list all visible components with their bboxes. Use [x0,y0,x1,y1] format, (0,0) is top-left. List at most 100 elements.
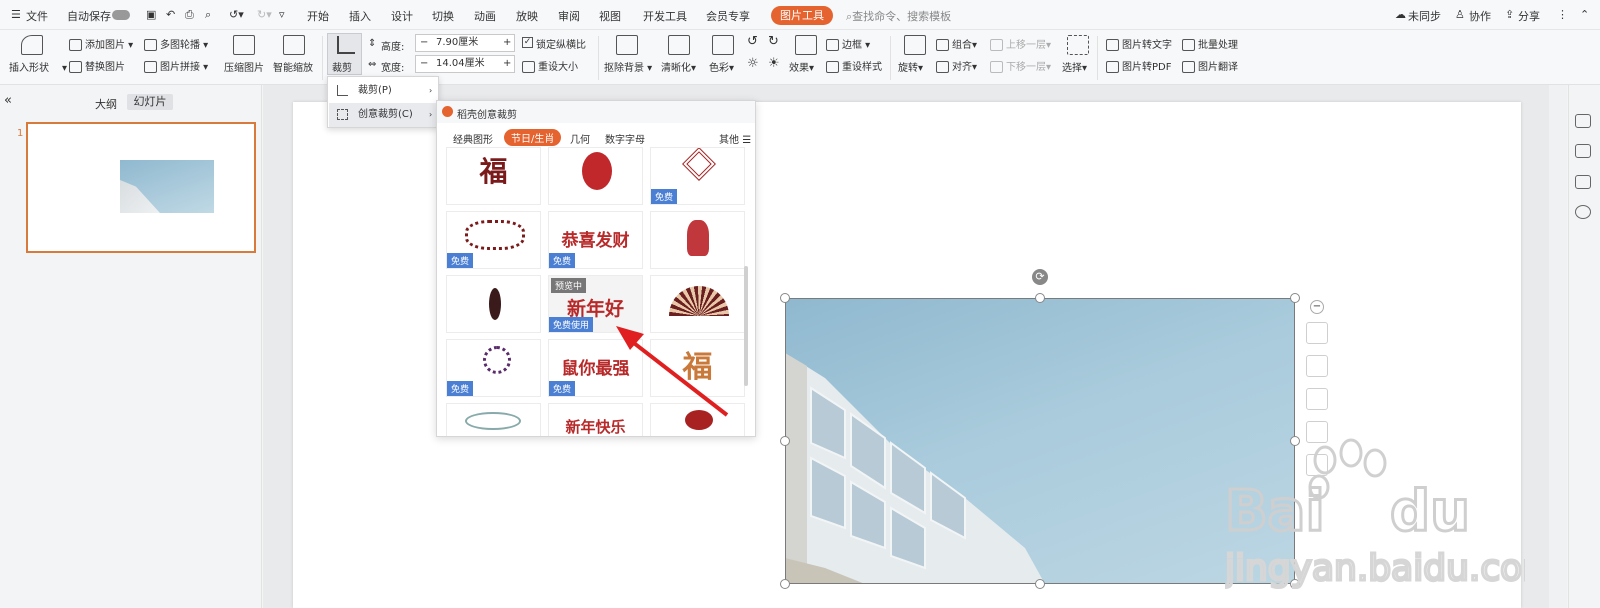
shape-cell-rat[interactable] [650,211,745,269]
resize-handle-bottom-left[interactable] [780,579,790,589]
shape-cell-lantern[interactable] [548,147,643,205]
tab-member[interactable]: 会员专享 [706,8,750,24]
batch-process-button[interactable]: 批量处理 [1182,36,1238,51]
pic-to-text-button[interactable]: 图片转文字 [1106,36,1172,51]
smart-idea-icon[interactable] [1306,388,1328,410]
width-decrement[interactable]: − [420,56,428,72]
command-search[interactable]: ⌕查找命令、搜索模板 [846,8,951,24]
properties-icon[interactable] [1575,114,1591,128]
tab-home[interactable]: 开始 [307,8,329,24]
tab-classic-shapes[interactable]: 经典图形 [453,131,493,146]
menu-item-crop[interactable]: 裁剪(P) › [329,79,439,103]
save-icon[interactable]: ▣ [146,8,156,21]
tab-review[interactable]: 审阅 [558,8,580,24]
bring-forward-button[interactable]: 上移一层▾ [990,36,1051,51]
tab-view[interactable]: 视图 [599,8,621,24]
tab-outline[interactable]: 大纲 [95,96,117,112]
hamburger-menu-icon[interactable]: ☰ [11,8,21,21]
remove-background-button[interactable]: 抠除背景 ▾ [604,59,652,74]
height-input[interactable]: − 7.90厘米 + [415,34,515,52]
resize-handle-left[interactable] [780,436,790,446]
width-input[interactable]: − 14.04厘米 + [415,55,515,73]
collapse-panel-icon[interactable]: « [4,93,12,108]
sync-status[interactable]: 未同步 [1408,8,1441,24]
zoom-picture-icon[interactable] [1306,322,1328,344]
menu-item-creative-crop[interactable]: 创意裁剪(C) › [329,103,439,127]
brightness-down-icon[interactable]: ☀ [768,56,780,71]
tab-transition[interactable]: 切换 [432,8,454,24]
replace-picture-button[interactable]: 替换图片 [69,58,125,73]
rotate-left-icon[interactable]: ↺ [747,34,758,49]
cloud-sync-icon[interactable]: ☁ [1395,8,1406,21]
more-options-icon[interactable]: ⋮ [1557,8,1568,21]
height-decrement[interactable]: − [420,35,428,51]
tab-slideshow[interactable]: 放映 [516,8,538,24]
autosave-toggle[interactable] [112,10,130,20]
rotate-button[interactable]: 旋转▾ [898,59,923,74]
collab-icon[interactable]: ♙ [1455,8,1465,21]
print-preview-icon[interactable]: ⌕ [205,8,211,22]
height-increment[interactable]: + [503,35,511,51]
collab-button[interactable]: 协作 [1469,8,1491,24]
crop-button[interactable]: 裁剪 [327,33,362,75]
compress-picture-button[interactable]: 压缩图片 [224,59,264,74]
smart-zoom-button[interactable]: 智能缩放 [273,59,313,74]
tab-animation[interactable]: 动画 [474,8,496,24]
rotate-handle-icon[interactable]: ⟳ [1032,269,1048,285]
multi-carousel-button[interactable]: 多图轮播 ▾ [144,36,208,51]
undo-history-icon[interactable]: ↶ [166,8,175,21]
effects-button[interactable]: 效果▾ [789,59,814,74]
crop-float-icon[interactable] [1306,355,1328,377]
undo-icon[interactable]: ↺▾ [229,8,244,21]
lock-ratio-checkbox[interactable]: ✓ 锁定纵横比 [522,36,586,51]
vertical-scrollbar[interactable] [1549,85,1567,608]
sharpen-button[interactable]: 清晰化▾ [661,59,696,74]
reset-size-button[interactable]: 重设大小 [522,58,578,73]
border-button[interactable]: 边框 ▾ [826,36,870,51]
tab-festival-zodiac[interactable]: 节日/生肖 [504,129,562,146]
pin-icon[interactable] [1575,144,1591,158]
redo-icon[interactable]: ↻▾ [257,8,272,21]
combine-button[interactable]: 组合▾ [936,36,977,51]
tab-slides[interactable]: 幻灯片 [127,94,173,110]
add-picture-button[interactable]: 添加图片 ▾ [69,36,133,51]
tab-geometry[interactable]: 几何 [570,131,590,146]
picture-splice-button[interactable]: 图片拼接 ▾ [144,58,208,73]
collapse-float-toolbar-icon[interactable]: − [1310,300,1324,314]
collapse-ribbon-icon[interactable]: ⌃ [1580,8,1589,21]
pic-translate-button[interactable]: 图片翻译 [1182,58,1238,73]
align-button[interactable]: 对齐▾ [936,58,977,73]
tab-digits-letters[interactable]: 数字字母 [605,131,645,146]
tab-developer[interactable]: 开发工具 [643,8,687,24]
print-icon[interactable]: ⎙ [185,8,194,22]
shape-cell-cloud[interactable] [446,403,541,436]
share-button[interactable]: 分享 [1518,8,1540,24]
shape-cell-window-knot[interactable]: 免费 [650,147,745,205]
share-icon[interactable]: ⇪ [1505,8,1514,21]
brightness-up-icon[interactable]: ☼ [747,56,759,71]
shape-cell-ornament[interactable] [446,275,541,333]
resize-handle-bottom[interactable] [1035,579,1045,589]
width-increment[interactable]: + [503,56,511,72]
file-menu[interactable]: 文件 [26,8,48,24]
insert-shape-button[interactable]: 插入形状 [9,59,49,74]
select-button[interactable]: 选择▾ [1062,59,1087,74]
help-icon[interactable] [1575,205,1591,219]
pic-to-pdf-button[interactable]: 图片转PDF [1106,58,1171,73]
send-backward-button[interactable]: 下移一层▾ [990,58,1051,73]
resize-handle-top-right[interactable] [1290,293,1300,303]
slide-thumbnail[interactable] [26,122,256,253]
resize-handle-top-left[interactable] [780,293,790,303]
shape-cell-firework[interactable]: 免费 [446,339,541,397]
transition-icon[interactable] [1575,175,1591,189]
shape-cell-dragon[interactable]: 免费 [446,211,541,269]
resize-handle-top[interactable] [1035,293,1045,303]
tab-more[interactable]: 其他 ☰ [719,131,751,146]
panel-scrollbar[interactable] [744,266,748,386]
customize-toolbar-icon[interactable]: ▿ [279,8,285,21]
reset-style-button[interactable]: 重设样式 [826,58,882,73]
shape-cell-gongxi[interactable]: 恭喜发财 免费 [548,211,643,269]
tab-picture-tools[interactable]: 图片工具 [771,6,833,25]
shape-cell-fu[interactable]: 福 [446,147,541,205]
color-button[interactable]: 色彩▾ [709,59,734,74]
